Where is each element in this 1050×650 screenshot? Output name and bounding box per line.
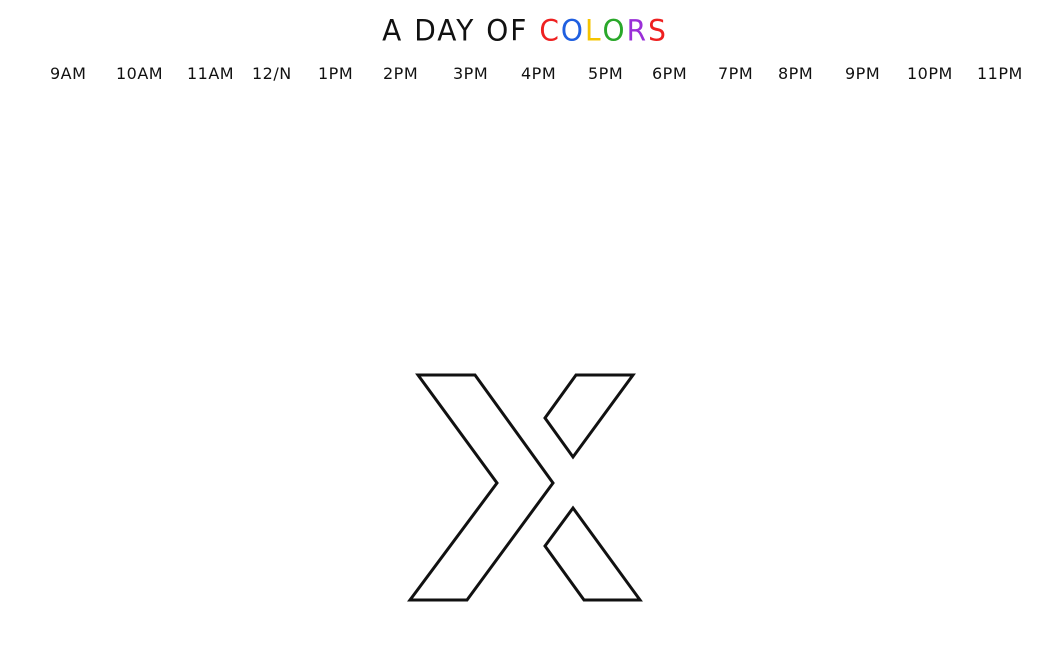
logo-lower-right-shape [543, 505, 643, 602]
title-letter: L [584, 13, 603, 48]
x-outline-logo-icon [407, 373, 643, 602]
time-slot-7pm[interactable]: 7PM [718, 64, 753, 83]
logo-upper-right-shape [543, 373, 636, 460]
time-slot-10pm[interactable]: 10PM [907, 64, 953, 83]
time-slot-10am[interactable]: 10AM [116, 64, 163, 83]
time-slot-nav: 9AM 10AM 11AM 12/N 1PM 2PM 3PM 4PM 5PM 6… [0, 64, 1050, 88]
time-slot-9am[interactable]: 9AM [50, 64, 86, 83]
title-colors-word: COLORS [539, 13, 668, 48]
time-slot-11pm[interactable]: 11PM [977, 64, 1023, 83]
title-letter: C [539, 13, 561, 48]
page-title: A DAY OF COLORS [0, 13, 1050, 48]
time-slot-3pm[interactable]: 3PM [453, 64, 488, 83]
title-letter: S [648, 13, 668, 48]
time-slot-11am[interactable]: 11AM [187, 64, 234, 83]
title-letter: R [626, 13, 649, 48]
title-letter: O [602, 13, 627, 48]
time-slot-6pm[interactable]: 6PM [652, 64, 687, 83]
time-slot-1pm[interactable]: 1PM [318, 64, 353, 83]
title-letter: O [560, 13, 585, 48]
logo-chevron-shape [407, 373, 555, 602]
time-slot-2pm[interactable]: 2PM [383, 64, 418, 83]
time-slot-9pm[interactable]: 9PM [845, 64, 880, 83]
title-prefix: A DAY OF [382, 13, 529, 48]
time-slot-4pm[interactable]: 4PM [521, 64, 556, 83]
time-slot-8pm[interactable]: 8PM [778, 64, 813, 83]
time-slot-12n[interactable]: 12/N [252, 64, 292, 83]
page: A DAY OF COLORS 9AM 10AM 11AM 12/N 1PM 2… [0, 0, 1050, 650]
time-slot-5pm[interactable]: 5PM [588, 64, 623, 83]
